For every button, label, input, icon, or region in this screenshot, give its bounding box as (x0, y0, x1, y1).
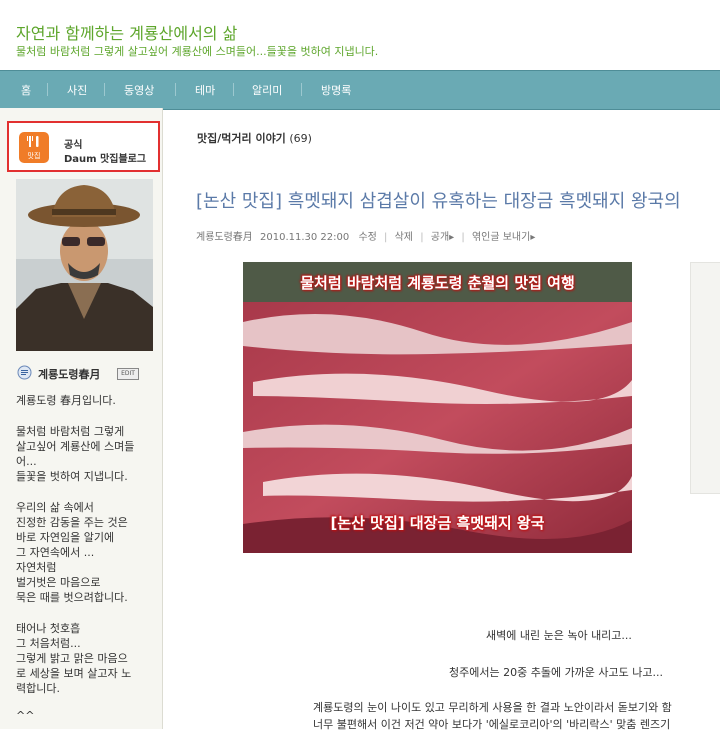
edit-button[interactable]: EDIT (117, 368, 139, 380)
blog-header: 자연과 함께하는 계룡산에서의 삶 물처럼 바람처럼 그렇게 살고싶어 계룡산에… (0, 0, 720, 70)
nav-item-themes[interactable]: 테마 (195, 82, 215, 98)
nav-divider (47, 83, 48, 96)
nav-item-home[interactable]: 홈 (21, 82, 31, 98)
intro-line: 력합니다. (16, 682, 60, 695)
profile-name[interactable]: 계룡도령春月 (38, 366, 100, 382)
post-image[interactable]: 물처럼 바람처럼 계룡도령 춘월의 맛집 여행 [논산 맛집] 대장금 흑멧돼지… (243, 262, 632, 553)
intro-line: 계룡도령 春月입니다. (16, 394, 116, 407)
intro-line: 우리의 삶 속에서 (16, 501, 94, 514)
fork-knife-icon (27, 136, 39, 147)
post-author[interactable]: 계룡도령春月 (196, 232, 253, 243)
body-line: 너무 불편해서 이건 저건 약아 보다가 '에실로코리아'의 '바리락스' 맞춤… (313, 718, 671, 731)
intro-line: 자연처럼 (16, 561, 57, 574)
visibility-dropdown[interactable]: 공개 (431, 232, 449, 243)
meta-divider: | (384, 232, 388, 243)
image-caption-bottom: [논산 맛집] 대장금 흑멧돼지 왕국 (330, 514, 545, 532)
caret-down-icon: ▸ (449, 232, 455, 243)
intro-line: 어... (16, 455, 37, 468)
intro-line: 그 처음처럼... (16, 637, 81, 650)
nav-item-videos[interactable]: 동영상 (124, 82, 154, 98)
meta-divider: | (420, 232, 424, 243)
nav-divider (301, 83, 302, 96)
intro-line: 살고싶어 계룡산에 스며들 (16, 440, 135, 453)
intro-line: 태어나 첫호흡 (16, 622, 81, 635)
nav-item-photos[interactable]: 사진 (67, 82, 87, 98)
profile-photo[interactable] (16, 179, 153, 351)
image-caption-top: 물처럼 바람처럼 계룡도령 춘월의 맛집 여행 (300, 274, 575, 292)
restaurant-icon: 맛집 (19, 132, 49, 163)
category-title[interactable]: 맛집/먹거리 이야기 (69) (197, 130, 312, 146)
body-line: 새벽에 내린 눈은 녹아 내리고... (486, 629, 632, 642)
intro-line: 그렇게 밝고 맑은 마음으 (16, 652, 128, 665)
delete-link[interactable]: 삭제 (395, 232, 413, 243)
intro-line: 바로 자연임을 알기에 (16, 531, 115, 544)
nav-bar: 홈 사진 동영상 테마 알리미 방명록 (0, 70, 720, 110)
intro-line: 진정한 감동을 주는 것은 (16, 516, 128, 529)
caret-down-icon: ▸ (530, 232, 536, 243)
body-line: 청주에서는 20중 추돌에 가까운 사고도 나고... (449, 666, 664, 679)
food-icon-label: 맛집 (27, 152, 41, 160)
blog-subtitle: 물처럼 바람처럼 그렇게 살고싶어 계룡산에 스며들어...들꽃을 벗하여 지냅… (16, 45, 379, 58)
intro-line: 벌거벗은 마음으로 (16, 576, 101, 589)
official-label: 공식 (64, 140, 83, 151)
post-meta: 계룡도령春月 2010.11.30 22:00 수정 | 삭제 | 공개▸ | … (196, 228, 535, 243)
blog-title[interactable]: 자연과 함께하는 계룡산에서의 삶 (16, 20, 237, 44)
category-count: (69) (289, 132, 312, 145)
pork-meat-photo (243, 262, 632, 553)
intro-line: 묵은 때를 벗으려합니다. (16, 591, 128, 604)
nav-item-notifier[interactable]: 알리미 (252, 82, 282, 98)
nav-divider (233, 83, 234, 96)
intro-line: 들꽃을 벗하여 지냅니다. (16, 470, 128, 483)
nav-divider (175, 83, 176, 96)
nav-divider (104, 83, 105, 96)
intro-line: 로 세상을 보며 살고자 노 (16, 667, 132, 680)
edit-link[interactable]: 수정 (358, 232, 376, 243)
post-title[interactable]: [논산 맛집] 흑멧돼지 삼겹살이 유혹하는 대장금 흑멧돼지 왕국의 (196, 187, 681, 213)
intro-line: 물처럼 바람처럼 그렇게 (16, 425, 125, 438)
side-image (690, 262, 720, 494)
nav-item-guestbook[interactable]: 방명록 (321, 82, 351, 98)
official-blog-label: Daum 맛집블로그 (64, 154, 147, 165)
profile-photo-art (16, 179, 153, 351)
post-date: 2010.11.30 22:00 (260, 232, 350, 243)
intro-line: ^^ (16, 709, 35, 722)
trackback-dropdown[interactable]: 엮인글 보내기 (472, 232, 530, 243)
meta-divider: | (461, 232, 465, 243)
body-line: 계룡도령의 눈이 나이도 있고 무리하게 사용을 한 결과 노안이라서 돋보기와… (313, 701, 672, 714)
blog-icon (17, 365, 32, 380)
official-blog-badge[interactable]: 맛집 공식 Daum 맛집블로그 (7, 121, 160, 172)
intro-line: 그 자연속에서 ... (16, 546, 95, 559)
category-name: 맛집/먹거리 이야기 (197, 132, 286, 145)
